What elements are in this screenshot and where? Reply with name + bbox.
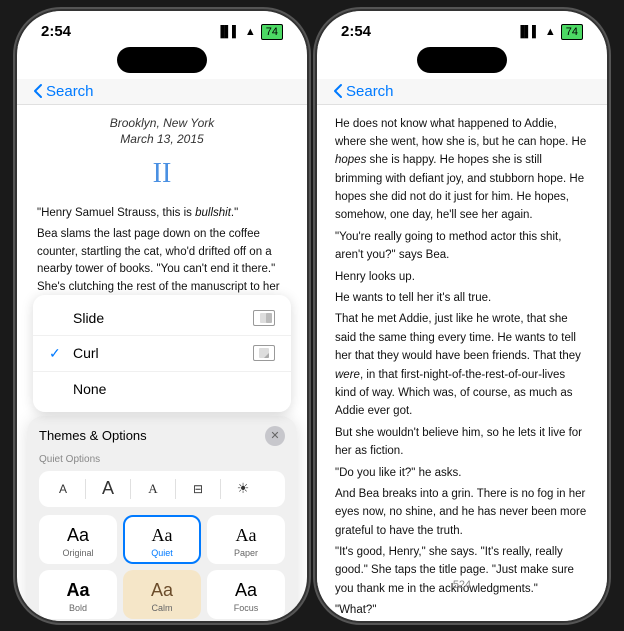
theme-original[interactable]: Aa Original (39, 515, 117, 564)
right-para-6: But she wouldn't believe him, so he lets… (335, 424, 589, 461)
menu-item-slide[interactable]: Slide (33, 301, 291, 336)
book-location: Brooklyn, New YorkMarch 13, 2015 (37, 115, 287, 149)
dynamic-island-left (117, 47, 207, 73)
status-bar-right: 2:54 ▐▌▌ ▲ 74 (317, 11, 607, 47)
menu-item-none[interactable]: None (33, 372, 291, 406)
battery-icon-right: 74 (561, 24, 583, 40)
curl-label: Curl (73, 345, 99, 361)
book-text-left: "Henry Samuel Strauss, this is bullshit.… (37, 205, 287, 295)
theme-focus[interactable]: Aa Focus (207, 570, 285, 619)
chapter-number: II (37, 152, 287, 197)
wifi-icon: ▲ (245, 26, 256, 38)
theme-bold[interactable]: Aa Bold (39, 570, 117, 619)
right-phone-content: Search He does not know what happened to… (317, 79, 607, 621)
themes-title: Themes & Options (39, 428, 147, 443)
theme-quiet[interactable]: Aa Quiet (123, 515, 201, 564)
divider-1 (85, 479, 86, 499)
brightness-button[interactable]: ☀ (227, 475, 259, 503)
divider-2 (130, 479, 131, 499)
right-para-5: That he met Addie, just like he wrote, t… (335, 310, 589, 420)
font-increase-button[interactable]: A (92, 475, 124, 503)
theme-calm[interactable]: Aa Calm (123, 570, 201, 619)
right-para-8: And Bea breaks into a grin. There is no … (335, 485, 589, 540)
slide-icon (253, 310, 275, 326)
divider-4 (220, 479, 221, 499)
book-para-1: "Henry Samuel Strauss, this is bullshit.… (37, 205, 287, 223)
back-label-right: Search (346, 83, 394, 100)
theme-bold-aa: Aa (66, 580, 89, 601)
book-header: Brooklyn, New YorkMarch 13, 2015 II (37, 115, 287, 197)
themes-header: Themes & Options ✕ (39, 426, 285, 446)
themes-panel: Themes & Options ✕ Quiet Options A A A ⊟… (27, 416, 297, 621)
font-controls-row: A A A ⊟ ☀ (39, 471, 285, 507)
theme-paper-label: Paper (234, 548, 258, 558)
font-style-button[interactable]: A (137, 475, 169, 503)
book-para-2: Bea slams the last page down on the coff… (37, 226, 287, 295)
right-para-4: He wants to tell her it's all true. (335, 289, 589, 307)
checkmark-curl: ✓ (49, 345, 65, 362)
theme-quiet-aa: Aa (152, 525, 173, 546)
theme-original-label: Original (62, 548, 93, 558)
wifi-icon-right: ▲ (545, 26, 556, 38)
right-para-10: "What?" (335, 601, 589, 619)
back-button-right[interactable]: Search (333, 83, 394, 100)
left-phone-content: Search Brooklyn, New YorkMarch 13, 2015 … (17, 79, 307, 621)
theme-calm-aa: Aa (151, 580, 173, 601)
book-text-right: He does not know what happened to Addie,… (335, 115, 589, 621)
layout-button[interactable]: ⊟ (182, 475, 214, 503)
curl-icon (253, 345, 275, 361)
chevron-left-icon-right (333, 83, 343, 99)
none-label: None (73, 381, 106, 397)
dynamic-island-right (417, 47, 507, 73)
divider-3 (175, 479, 176, 499)
page-turn-menu: Slide ✓ Curl (33, 295, 291, 412)
right-para-3: Henry looks up. (335, 268, 589, 286)
status-icons-left: ▐▌▌ ▲ 74 (216, 24, 283, 40)
close-themes-button[interactable]: ✕ (265, 426, 285, 446)
book-content-right: He does not know what happened to Addie,… (317, 105, 607, 621)
status-time-left: 2:54 (41, 23, 71, 40)
theme-focus-label: Focus (234, 603, 259, 613)
right-phone: 2:54 ▐▌▌ ▲ 74 Search He (317, 11, 607, 621)
left-phone: 2:54 ▐▌▌ ▲ 74 Search Br (17, 11, 307, 621)
chevron-left-icon (33, 83, 43, 99)
status-time-right: 2:54 (341, 23, 371, 40)
quiet-options-label: Quiet Options (39, 454, 285, 465)
themes-grid: Aa Original Aa Quiet Aa Paper Aa Bold (39, 515, 285, 619)
right-para-7: "Do you like it?" he asks. (335, 464, 589, 482)
signal-icon-right: ▐▌▌ (516, 26, 539, 38)
book-content-left: Brooklyn, New YorkMarch 13, 2015 II "Hen… (17, 105, 307, 295)
theme-original-aa: Aa (67, 525, 89, 546)
theme-bold-label: Bold (69, 603, 87, 613)
status-icons-right: ▐▌▌ ▲ 74 (516, 24, 583, 40)
nav-bar-left: Search (17, 79, 307, 105)
page-number: 524 (317, 579, 607, 591)
slide-label: Slide (73, 310, 104, 326)
back-button-left[interactable]: Search (33, 83, 94, 100)
nav-bar-right: Search (317, 79, 607, 105)
font-decrease-button[interactable]: A (47, 475, 79, 503)
status-bar-left: 2:54 ▐▌▌ ▲ 74 (17, 11, 307, 47)
theme-paper-aa: Aa (236, 525, 257, 546)
theme-quiet-label: Quiet (151, 548, 173, 558)
battery-icon: 74 (261, 24, 283, 40)
signal-icon: ▐▌▌ (216, 26, 239, 38)
right-para-2: "You're really going to method actor thi… (335, 228, 589, 265)
theme-focus-aa: Aa (235, 580, 257, 601)
menu-item-curl[interactable]: ✓ Curl (33, 336, 291, 372)
theme-paper[interactable]: Aa Paper (207, 515, 285, 564)
back-label-left: Search (46, 83, 94, 100)
theme-calm-label: Calm (151, 603, 172, 613)
right-para-1: He does not know what happened to Addie,… (335, 115, 589, 225)
